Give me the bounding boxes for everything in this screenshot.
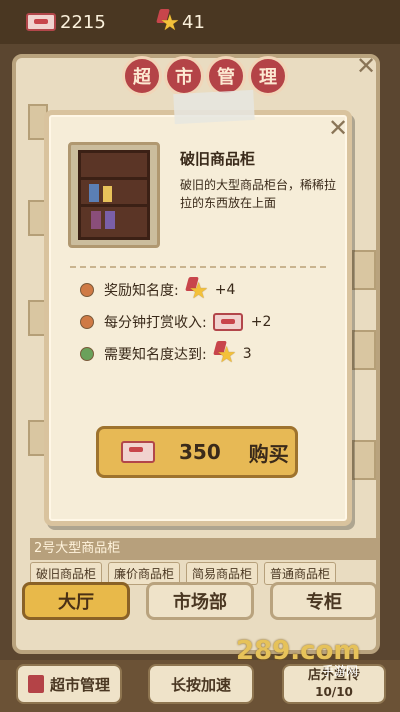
bullet-icon [80,347,94,361]
ticket-count: 2215 [60,11,106,33]
section-tabs: 大厅 市场部 专柜 [22,582,378,620]
store-icon [27,675,44,693]
buy-button[interactable]: 350 购买 [96,426,298,478]
stat-tip-income: 每分钟打赏收入: +2 [80,308,271,336]
watermark-sub: 手游网 [322,664,359,678]
close-icon[interactable]: ✕ [326,116,350,140]
row-slot [352,330,376,370]
panel-close-icon[interactable]: ✕ [356,54,380,78]
shelf-row-title: 2号大型商品柜 [30,538,380,560]
ticket-icon [212,313,243,331]
tape-decoration [173,89,255,125]
buy-label: 购买 [248,441,289,466]
row-slot [352,250,376,290]
tab-hall[interactable]: 大厅 [22,582,130,620]
fame-counter: ★ 41 [156,8,205,36]
ticket-icon [26,13,56,31]
stat-fame-reward: 奖励知名度: ★ +4 [80,276,235,304]
fame-medal-icon: ★ [212,341,237,367]
buy-price: 350 [179,440,221,464]
hold-speed-button[interactable]: 长按加速 [148,664,254,704]
ticket-counter: 2215 [26,8,106,36]
bullet-icon [80,283,94,297]
row-slot [352,440,376,480]
fame-medal-icon: ★ [184,277,209,303]
item-description: 破旧的大型商品柜台，稀稀拉拉的东西放在上面 [180,178,337,210]
panel-title: 超 市 管 理 [122,56,288,96]
divider [70,266,326,268]
ticket-icon [121,441,155,463]
tab-counter[interactable]: 专柜 [270,582,378,620]
cabinet-icon [78,150,150,240]
fame-medal-icon: ★ [156,9,180,35]
bullet-icon [80,315,94,329]
manage-button[interactable]: 超市管理 [16,664,122,704]
item-name: 破旧商品柜 [180,150,256,168]
fame-count: 41 [182,11,205,33]
stat-fame-required: 需要知名度达到: ★ 3 [80,340,252,368]
tab-market[interactable]: 市场部 [146,582,254,620]
